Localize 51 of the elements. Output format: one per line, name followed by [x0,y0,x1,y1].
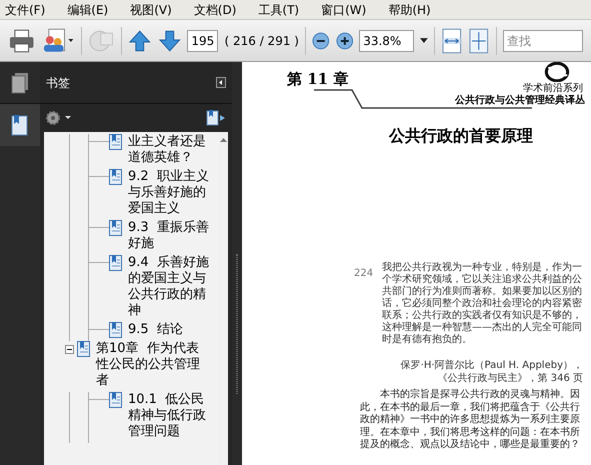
bookmark-icon [109,255,122,271]
bookmark-item[interactable]: 9.3 重振乐善好施 [128,220,216,252]
bookmark-item[interactable]: 10.1 低公民精神与低行政管理问题 [128,392,216,440]
bookmark-item[interactable]: 第10章 作为代表性公民的公共管理者 [96,341,206,389]
body-paragraph: 本书的宗旨是探寻公共行政的灵魂与精神。因此，在本书的最后一章，我们将把蕴含于《公共行政的精神》一书中的许多思想提炼为一系列主要原理。在本章中，我们将思考这样的问题：在本书所提及的概念、观点以及结论中，哪些是最重要的？ [360,389,581,452]
menu-item[interactable]: 窗口(W) [316,0,372,18]
collapse-icon[interactable] [216,77,226,88]
bookmark-item[interactable]: 9.4 乐善好施的爱国主义与公共行政的精神 [128,255,216,319]
page-number: 224 [354,267,374,281]
page-number-field[interactable]: 195 [187,30,218,52]
print-icon[interactable] [8,28,36,54]
pages-icon[interactable] [11,72,29,94]
chapter-title: 公共行政的首要原理 [389,125,533,147]
gear-icon[interactable] [46,111,72,125]
series-name: 学术前沿系列 [523,83,583,94]
page-count: ( 216 / 291 ) [224,32,299,50]
bookmark-icon [109,220,122,236]
down-arrow-icon[interactable] [158,28,182,52]
menu-item[interactable]: 编辑(E) [62,0,114,18]
collection-name: 公共行政与公共管理经典译丛 [455,95,585,106]
menu-item[interactable]: 工具(T) [253,0,304,18]
attribution-text: 保罗·H·阿普尔比（Paul H. Appleby）， [400,360,583,372]
menu-item[interactable]: 文档(D) [188,0,242,18]
bookmark-page-icon[interactable] [11,114,29,136]
bookmark-icon [109,392,122,408]
chapter-heading: 第 11 章 [287,69,348,90]
attribution-text: 《公共行政与民主》，第 346 页 [438,373,583,385]
collapse-toggle[interactable] [65,345,74,354]
bookmark-icon [109,169,122,185]
menu-item[interactable]: 帮助(H) [383,0,436,18]
fit-page-icon[interactable] [468,28,490,54]
menu-item[interactable]: 视图(V) [125,0,177,18]
up-arrow-icon[interactable] [128,28,152,52]
zoom-out-icon[interactable] [312,32,330,50]
search-field[interactable]: 查找 [502,30,583,52]
quote-text: 我把公共行政视为一种专业，特别是，作为一个学术研究领域，它以关注追求公共利益的公共部门的行为准则而著称。如果要加以区别的话，它必须同整个政治和社会理论的内容紧密联系；公共行政的实践者仅有知识是不够的，这种理解是一种智慧——杰出的人完全可能同时是有德有抱负的。 [382,262,583,346]
bookmark-icon [109,322,122,338]
bookmark-icon [109,134,122,150]
caret-icon[interactable] [420,38,428,44]
bookmark-item[interactable]: 9.2 职业主义与乐善好施的爱国主义 [128,169,216,217]
bookmark-item[interactable]: 9.5 结论 [128,322,216,338]
zoom-in-icon[interactable] [336,32,354,50]
bookmark-arrow-icon[interactable] [206,110,226,126]
bookmark-icon [77,341,90,357]
people-document-icon[interactable] [41,28,75,54]
bookmark-item[interactable]: 业主义者还是道德英雄？ [128,134,216,166]
zoom-dropdown[interactable]: 33.8% [359,30,414,52]
panel-title: 书签 [46,74,70,92]
menu-item[interactable]: 文件(F) [0,0,50,18]
fit-width-icon[interactable] [440,28,462,54]
scroll-up-icon[interactable] [220,138,227,142]
